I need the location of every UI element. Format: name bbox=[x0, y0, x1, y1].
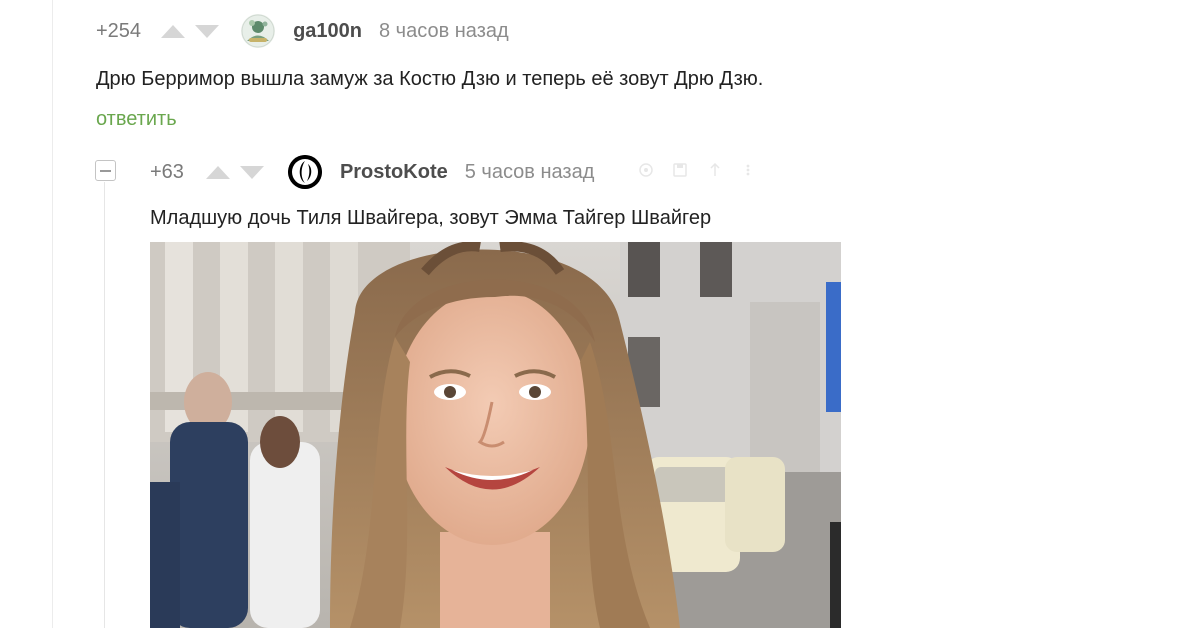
minus-icon bbox=[100, 169, 111, 172]
comment-rating: +254 bbox=[96, 19, 142, 42]
share-icon[interactable] bbox=[706, 162, 722, 178]
comment-header: +63 ProstoKote 5 часов назад bbox=[150, 155, 595, 189]
collapse-button[interactable] bbox=[95, 160, 116, 181]
arrow-down-icon[interactable] bbox=[195, 24, 220, 38]
username[interactable]: ga100n bbox=[293, 20, 362, 43]
thread-line bbox=[52, 0, 53, 628]
comment-rating: +63 bbox=[150, 160, 184, 183]
vote-controls bbox=[205, 165, 264, 179]
comment-header: +254 ga100n 8 часов назад bbox=[96, 14, 509, 48]
avatar[interactable] bbox=[287, 155, 322, 189]
arrow-up-icon[interactable] bbox=[161, 24, 186, 38]
comment-actions bbox=[638, 162, 756, 178]
comment-time[interactable]: 5 часов назад bbox=[465, 161, 595, 184]
arrow-up-icon[interactable] bbox=[205, 165, 230, 179]
comment-time[interactable]: 8 часов назад bbox=[379, 20, 509, 43]
comment-text: Младшую дочь Тиля Швайгера, зовут Эмма Т… bbox=[150, 207, 712, 229]
username[interactable]: ProstoKote bbox=[340, 161, 448, 184]
reply-button[interactable]: ответить bbox=[96, 108, 177, 131]
arrow-down-icon[interactable] bbox=[239, 165, 264, 179]
comment-image[interactable] bbox=[150, 242, 841, 628]
avatar[interactable] bbox=[241, 14, 276, 48]
nested-thread-line bbox=[104, 182, 105, 628]
link-icon[interactable] bbox=[638, 162, 654, 178]
more-icon[interactable] bbox=[740, 162, 756, 178]
save-icon[interactable] bbox=[672, 162, 688, 178]
comment-text: Дрю Берримор вышла замуж за Костю Дзю и … bbox=[96, 68, 764, 90]
vote-controls bbox=[161, 24, 220, 38]
